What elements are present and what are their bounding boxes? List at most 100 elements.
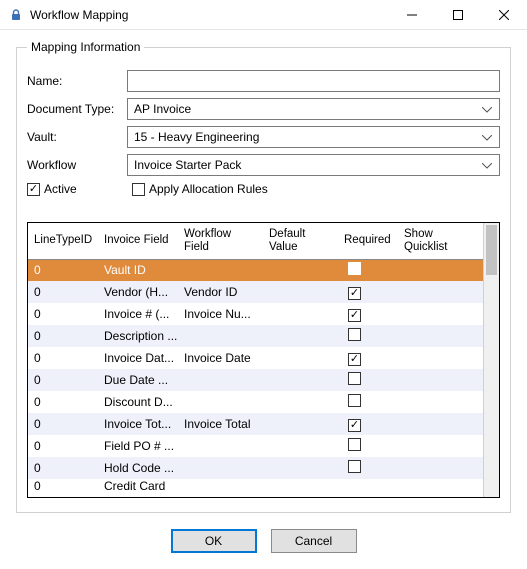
vault-combo[interactable]: 15 - Heavy Engineering — [127, 126, 500, 148]
cell[interactable]: 0 — [28, 325, 98, 347]
cell-required[interactable] — [338, 325, 398, 347]
cell[interactable]: Invoice Dat... — [98, 347, 178, 369]
cell[interactable] — [178, 391, 263, 413]
cell[interactable]: Field PO # ... — [98, 435, 178, 457]
cell-required[interactable] — [338, 303, 398, 325]
cell[interactable] — [178, 325, 263, 347]
cell[interactable] — [263, 457, 338, 479]
cell[interactable]: Invoice # (... — [98, 303, 178, 325]
table-row[interactable]: 0Vendor (H...Vendor ID — [28, 281, 483, 303]
required-checkbox[interactable] — [348, 394, 361, 407]
cell[interactable]: Hold Code ... — [98, 457, 178, 479]
name-input[interactable] — [127, 70, 500, 92]
required-checkbox[interactable] — [348, 353, 361, 366]
close-button[interactable] — [481, 0, 527, 30]
cell[interactable] — [178, 435, 263, 457]
workflow-combo[interactable]: Invoice Starter Pack — [127, 154, 500, 176]
table-row[interactable]: 0Invoice # (...Invoice Nu... — [28, 303, 483, 325]
required-checkbox[interactable] — [348, 460, 361, 473]
cell[interactable]: 0 — [28, 347, 98, 369]
col-header-show-quicklist[interactable]: Show Quicklist — [398, 223, 483, 259]
cell[interactable]: 0 — [28, 391, 98, 413]
col-header-default-value[interactable]: Default Value — [263, 223, 338, 259]
required-checkbox[interactable] — [348, 287, 361, 300]
table-row[interactable]: 0Description ... — [28, 325, 483, 347]
cell[interactable] — [178, 457, 263, 479]
cell-show-quicklist[interactable] — [398, 281, 483, 303]
table-row[interactable]: 0Invoice Dat...Invoice Date — [28, 347, 483, 369]
required-checkbox[interactable] — [348, 438, 361, 451]
grid-scrollbar[interactable] — [483, 223, 499, 497]
required-checkbox[interactable] — [348, 419, 361, 432]
mapping-grid[interactable]: LineTypeID Invoice Field Workflow Field … — [27, 222, 500, 498]
cell-required[interactable] — [338, 457, 398, 479]
cell-required[interactable] — [338, 413, 398, 435]
cell[interactable]: Description ... — [98, 325, 178, 347]
cell[interactable] — [263, 325, 338, 347]
required-checkbox[interactable] — [348, 372, 361, 385]
cell[interactable]: Due Date ... — [98, 369, 178, 391]
cell[interactable] — [178, 369, 263, 391]
cell[interactable]: 0 — [28, 435, 98, 457]
cell[interactable]: Invoice Tot... — [98, 413, 178, 435]
col-header-workflow-field[interactable]: Workflow Field — [178, 223, 263, 259]
table-row[interactable]: 0Due Date ... — [28, 369, 483, 391]
cell[interactable] — [263, 303, 338, 325]
cell-show-quicklist[interactable] — [398, 325, 483, 347]
cell-required[interactable] — [338, 259, 398, 281]
document-type-combo[interactable]: AP Invoice — [127, 98, 500, 120]
apply-allocation-checkbox[interactable] — [132, 183, 145, 196]
minimize-button[interactable] — [389, 0, 435, 30]
cell[interactable] — [263, 413, 338, 435]
cell[interactable]: 0 — [28, 259, 98, 281]
cell-show-quicklist[interactable] — [398, 369, 483, 391]
cell[interactable] — [263, 347, 338, 369]
cell[interactable]: 0 — [28, 281, 98, 303]
cell[interactable] — [178, 259, 263, 281]
cell[interactable] — [263, 259, 338, 281]
table-row[interactable]: 0Field PO # ... — [28, 435, 483, 457]
cancel-button[interactable]: Cancel — [271, 529, 357, 553]
cell[interactable]: Credit Card — [98, 479, 178, 493]
cell[interactable]: Vault ID — [98, 259, 178, 281]
table-row[interactable]: 0Discount D... — [28, 391, 483, 413]
required-checkbox[interactable] — [348, 309, 361, 322]
cell[interactable] — [263, 391, 338, 413]
cell[interactable] — [263, 369, 338, 391]
col-header-invoice-field[interactable]: Invoice Field — [98, 223, 178, 259]
table-row[interactable]: 0Vault ID — [28, 259, 483, 281]
cell[interactable]: 0 — [28, 413, 98, 435]
cell[interactable]: 0 — [28, 303, 98, 325]
cell[interactable]: Vendor ID — [178, 281, 263, 303]
table-row[interactable]: 0Invoice Tot...Invoice Total — [28, 413, 483, 435]
cell-show-quicklist[interactable] — [398, 479, 483, 493]
cell-show-quicklist[interactable] — [398, 347, 483, 369]
cell-required[interactable] — [338, 369, 398, 391]
cell-show-quicklist[interactable] — [398, 303, 483, 325]
scrollbar-thumb[interactable] — [486, 225, 497, 275]
cell-show-quicklist[interactable] — [398, 457, 483, 479]
cell[interactable] — [263, 479, 338, 493]
cell[interactable] — [263, 281, 338, 303]
cell-required[interactable] — [338, 479, 398, 493]
maximize-button[interactable] — [435, 0, 481, 30]
cell[interactable] — [178, 479, 263, 493]
cell[interactable]: 0 — [28, 479, 98, 493]
required-checkbox[interactable] — [348, 262, 361, 275]
cell[interactable] — [263, 435, 338, 457]
cell[interactable]: 0 — [28, 369, 98, 391]
cell-required[interactable] — [338, 347, 398, 369]
cell[interactable]: Invoice Total — [178, 413, 263, 435]
cell-required[interactable] — [338, 281, 398, 303]
cell-show-quicklist[interactable] — [398, 435, 483, 457]
ok-button[interactable]: OK — [171, 529, 257, 553]
cell[interactable]: 0 — [28, 457, 98, 479]
cell-required[interactable] — [338, 391, 398, 413]
cell-show-quicklist[interactable] — [398, 391, 483, 413]
required-checkbox[interactable] — [348, 328, 361, 341]
cell[interactable]: Invoice Date — [178, 347, 263, 369]
cell[interactable]: Discount D... — [98, 391, 178, 413]
cell-required[interactable] — [338, 435, 398, 457]
cell-show-quicklist[interactable] — [398, 413, 483, 435]
cell-show-quicklist[interactable] — [398, 259, 483, 281]
